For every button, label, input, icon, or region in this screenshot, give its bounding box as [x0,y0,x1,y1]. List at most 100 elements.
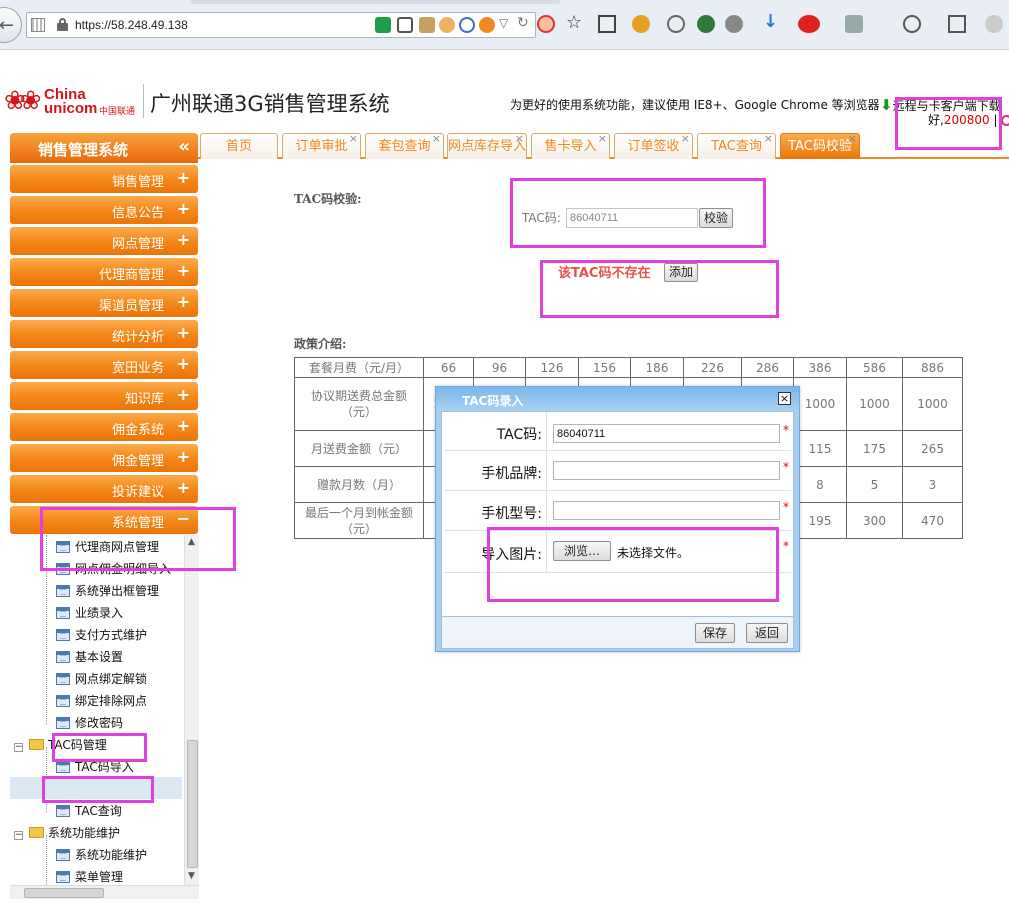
tree-item[interactable]: 支付方式维护 [56,626,147,648]
expand-icon[interactable]: + [177,261,190,280]
expand-icon[interactable]: + [177,385,190,404]
close-tab-icon[interactable]: × [349,126,358,151]
dropdown-icon[interactable]: ▽ [499,16,515,32]
add-button[interactable]: 添加 [664,263,698,282]
shield-icon[interactable] [375,17,391,33]
palette-icon[interactable] [667,15,685,33]
expand-icon[interactable]: + [177,168,190,187]
close-tab-icon[interactable]: × [848,126,857,151]
tab[interactable]: 套包查询 × [365,132,444,159]
qr-code-icon[interactable] [397,17,413,33]
sidebar-menu-item[interactable]: 系统管理 − [10,506,198,534]
close-tab-icon[interactable]: × [764,126,773,151]
tac-error-message: 该TAC码不存在 [558,266,651,281]
tree-item[interactable]: TAC查询 [56,802,122,824]
block-icon[interactable] [537,15,555,33]
star-icon[interactable]: ☆ [566,12,584,33]
sidebar-menu-item[interactable]: 佣金系统 + [10,413,198,441]
tab[interactable]: 订单审批 × [282,132,361,159]
translate-icon[interactable] [845,15,863,33]
toggle-icon[interactable]: − [14,831,23,840]
addon-icon[interactable] [632,15,650,33]
tree-item[interactable]: 网点绑定解锁 [56,670,147,692]
save-button[interactable]: 保存 [695,623,735,643]
sidebar-menu-item[interactable]: 渠道员管理 + [10,289,198,317]
tools-icon[interactable] [419,17,435,33]
globe-icon[interactable] [903,15,921,33]
tab[interactable]: TAC码校验 × [780,132,860,159]
expand-icon[interactable]: + [177,199,190,218]
tree-item[interactable]: 系统弹出框管理 [56,582,159,604]
sidebar-menu-item[interactable]: 统计分析 + [10,320,198,348]
tree-item[interactable]: 系统功能维护 [56,846,147,868]
fox-icon[interactable] [479,17,495,33]
tree-item[interactable]: 修改密码 [56,714,123,736]
required-mark: * [783,500,789,514]
expand-icon[interactable]: + [177,416,190,435]
tree-item[interactable]: 代理商网点管理 [56,538,159,560]
sidebar-menu-item[interactable]: 销售管理 + [10,165,198,193]
scroll-up-icon[interactable]: ▲ [188,537,195,547]
close-tab-icon[interactable]: × [681,126,690,151]
expand-icon[interactable]: + [177,230,190,249]
tab[interactable]: 订单签收 × [614,132,693,159]
back-button[interactable]: ← [0,7,22,43]
address-bar[interactable]: https://58.248.49.138 ▽ ↻ [26,12,536,38]
hscroll-thumb[interactable] [24,888,104,898]
tac-section-title: TAC码校验: [294,192,362,206]
adblock-icon[interactable] [798,15,820,33]
expand-icon[interactable]: + [177,354,190,373]
tree-item[interactable]: 业绩录入 [56,604,123,626]
collapse-icon[interactable]: « [178,136,190,157]
tree-item[interactable]: 基本设置 [56,648,123,670]
phone-model-field[interactable] [553,501,780,520]
tree-folder[interactable]: − TAC码管理 [14,736,107,758]
tree-item[interactable]: 绑定排除网点 [56,692,147,714]
sidebar-menu-item[interactable]: 代理商管理 + [10,258,198,286]
sidebar-menu-item[interactable]: 投诉建议 + [10,475,198,503]
java-icon[interactable] [439,17,455,33]
tree-horizontal-scrollbar[interactable] [10,885,199,899]
dialog-titlebar[interactable]: TAC码录入 × [436,387,799,411]
close-icon[interactable]: × [778,392,791,405]
security-icon[interactable] [697,15,715,33]
close-tab-icon[interactable]: × [515,126,524,151]
window-icon[interactable] [948,15,966,33]
tac-code-field[interactable] [553,424,780,443]
collapse-icon[interactable]: − [177,509,190,528]
expand-icon[interactable]: + [177,323,190,342]
tree-item[interactable]: 网点佣金明细导入 [56,560,171,582]
phone-brand-field[interactable] [553,461,780,480]
tab[interactable]: 首页 [200,133,278,159]
back-button-dialog[interactable]: 返回 [746,623,788,643]
settings-icon[interactable] [725,15,743,33]
reader-icon[interactable] [598,15,616,33]
tab[interactable]: 售卡导入 × [531,132,610,159]
download-icon[interactable]: ↓ [763,11,781,32]
browse-button[interactable]: 浏览… [553,541,611,561]
tree-item[interactable]: 菜单管理 [56,868,123,885]
reload-icon[interactable]: ↻ [517,15,533,31]
verify-button[interactable]: 校验 [699,208,733,228]
sidebar-menu-item[interactable]: 网点管理 + [10,227,198,255]
sidebar-menu-item[interactable]: 信息公告 + [10,196,198,224]
tree-folder[interactable]: − 系统功能维护 [14,824,120,846]
sidebar-menu-item[interactable]: 知识库 + [10,382,198,410]
tab[interactable]: 网点库存导入 × [447,132,527,159]
scroll-thumb[interactable] [187,740,198,868]
close-tab-icon[interactable]: × [432,126,441,151]
scroll-down-icon[interactable]: ▼ [188,871,195,881]
close-tab-icon[interactable]: × [598,126,607,151]
profile-icon[interactable] [985,15,1003,33]
toggle-icon[interactable]: − [14,743,23,752]
expand-icon[interactable]: + [177,447,190,466]
sidebar-menu-item[interactable]: 宽田业务 + [10,351,198,379]
tab[interactable]: TAC查询 × [697,132,776,159]
moon-icon[interactable] [459,17,475,33]
logout-icon[interactable] [1001,115,1009,126]
tac-input[interactable] [566,208,698,228]
tree-vertical-scrollbar[interactable]: ▲ ▼ [184,535,199,885]
expand-icon[interactable]: + [177,292,190,311]
sidebar-menu-item[interactable]: 佣金管理 + [10,444,198,472]
expand-icon[interactable]: + [177,478,190,497]
